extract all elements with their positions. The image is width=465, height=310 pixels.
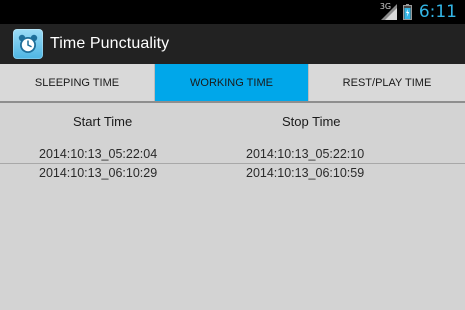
table-row[interactable]: 2014:10:13_06:10:29 2014:10:13_06:10:59 bbox=[0, 165, 465, 182]
app-title: Time Punctuality bbox=[50, 35, 170, 52]
start-time-cell: 2014:10:13_05:22:04 bbox=[39, 147, 158, 161]
status-indicators: 3G 6:11 bbox=[380, 1, 457, 23]
signal-icon: 3G bbox=[380, 2, 398, 22]
action-bar: Time Punctuality bbox=[0, 24, 465, 64]
battery-icon bbox=[402, 4, 412, 20]
tab-rest-play-time[interactable]: REST/PLAY TIME bbox=[308, 64, 465, 101]
tab-bar: SLEEPING TIME WORKING TIME REST/PLAY TIM… bbox=[0, 64, 465, 103]
tab-sleeping-time[interactable]: SLEEPING TIME bbox=[0, 64, 155, 101]
alarm-clock-icon[interactable] bbox=[13, 29, 43, 59]
stop-time-header: Stop Time bbox=[282, 114, 341, 129]
stop-time-cell: 2014:10:13_06:10:59 bbox=[246, 166, 365, 180]
start-time-header: Start Time bbox=[73, 114, 133, 129]
status-bar: 3G 6:11 bbox=[0, 0, 465, 24]
start-time-cell: 2014:10:13_06:10:29 bbox=[39, 166, 158, 180]
stop-time-cell: 2014:10:13_05:22:10 bbox=[246, 147, 365, 161]
tab-working-time[interactable]: WORKING TIME bbox=[155, 64, 308, 101]
status-clock: 6:11 bbox=[418, 2, 457, 22]
app-screen: 3G 6:11 Time Punctuality SLEEPING TIME W… bbox=[0, 0, 465, 310]
table-row[interactable]: 2014:10:13_05:22:04 2014:10:13_05:22:10 bbox=[0, 146, 465, 164]
time-table: Start Time Stop Time 2014:10:13_05:22:04… bbox=[0, 103, 465, 310]
network-type-label: 3G bbox=[379, 2, 392, 11]
